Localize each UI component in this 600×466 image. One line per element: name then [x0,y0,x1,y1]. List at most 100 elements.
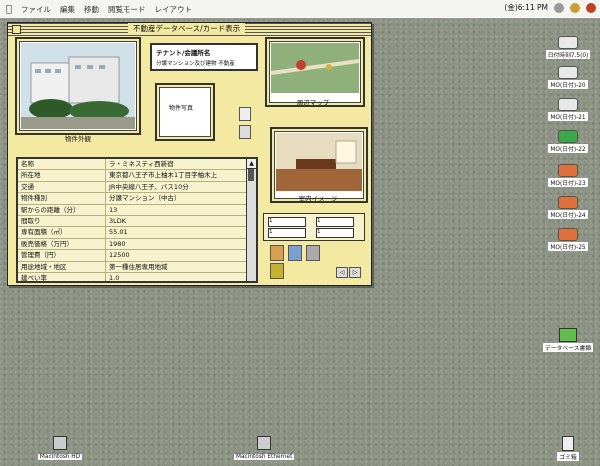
row-value[interactable]: 12500 [106,250,130,260]
desktop-icon-label: MO(日付)-21 [548,112,588,121]
help-icon[interactable] [570,2,580,13]
menu-layout[interactable]: レイアウト [155,4,193,15]
desktop-icon-label: MO(日付)-23 [548,178,588,187]
row-key: 販売価格（万円） [18,238,106,250]
desktop-icon-label: MO(日付)-22 [548,144,588,153]
row-key: 専有面積（㎡） [18,227,106,238]
tool-icon-2[interactable] [288,245,302,261]
field-c[interactable]: 1 [268,228,306,238]
table-row: 間取り 3LDK [18,215,256,228]
window-titlebar[interactable]: 不動産データベース/カード表示 [8,23,371,36]
desktop-ethernet[interactable]: Macintosh Ethernet [234,436,295,460]
tool-icon-3[interactable] [306,245,320,261]
table-row: 交通 JR中央線八王子、バス10分 [18,181,256,194]
row-value[interactable]: 3LDK [106,216,126,226]
trash-icon [562,436,574,451]
table-row: 名称 ラ・ミネスティ西新宿 [18,159,256,171]
database-window: 不動産データベース/カード表示 物件外観 テナント/会議所名 分譲マンション及び… [7,22,372,286]
interior-photo-caption: 室内イメージ [298,195,338,203]
desktop-disk-3[interactable]: MO(日付)-21 [538,98,598,121]
disk-icon [558,130,578,143]
row-value[interactable]: 1980 [106,239,126,249]
desktop-disk-5[interactable]: MO(日付)-23 [538,164,598,187]
apple-icon[interactable]:  [6,4,12,15]
desktop-icon-label: 日付時刻7.5(0) [545,50,591,59]
table-row: 販売価格（万円） 1980 [18,238,256,251]
row-key: 交通 [18,181,106,193]
row-value[interactable]: 1.0 [106,273,119,281]
desktop-disk-7[interactable]: MO(日付)-25 [538,228,598,251]
app-switch-icon[interactable] [554,2,564,13]
row-key: 駅からの距離（分） [18,204,106,215]
table-row: 駅からの距離（分） 13 [18,204,256,216]
table-row: 物件種別 分譲マンション（中古） [18,193,256,205]
field-a[interactable]: 1 [268,217,306,227]
table-row: 所在地 東京都八王子市上柚木1丁目字柚木上 [18,170,256,182]
desktop-icon-label: Macintosh HD [37,454,83,460]
lock-icon[interactable] [239,107,251,121]
desktop-icon-label: MO(日付)-24 [548,210,588,219]
thumbnail-frame[interactable]: 物件写真 [155,83,215,141]
row-key: 用途地域・地区 [18,261,106,272]
menu-go[interactable]: 移動 [84,4,99,15]
row-key: 所在地 [18,170,106,181]
menu-edit[interactable]: 編集 [60,4,75,15]
menu-browse-mode[interactable]: 閲覧モード [108,4,146,15]
interior-photo [276,133,362,191]
menu-file[interactable]: ファイル [21,4,51,15]
row-value[interactable]: JR中央線八王子、バス10分 [106,182,189,192]
property-name-sub: 分譲マンション及び建物 不動産 [156,61,235,67]
desktop-hd[interactable]: Macintosh HD [30,436,90,460]
table-scrollbar[interactable]: ▲ [246,159,256,281]
field-b[interactable]: 1 [316,217,354,227]
disk-icon [558,228,578,241]
scroll-up-icon[interactable]: ▲ [247,159,256,169]
desktop-trash[interactable]: ゴミ箱 [538,436,598,461]
field-d[interactable]: 1 [316,228,354,238]
desktop-icon-label: データベース書類 [542,343,594,352]
row-value[interactable]: 第一種住居専用地域 [106,262,168,272]
desktop-icon-label: ゴミ箱 [557,452,579,461]
clipboard-icon[interactable] [239,125,251,139]
desktop-disk-2[interactable]: MO(日付)-20 [538,66,598,89]
disk-icon [558,196,578,209]
row-value[interactable]: ラ・ミネスティ西新宿 [106,159,174,169]
close-box-icon[interactable] [12,25,21,34]
row-value[interactable]: 13 [106,205,117,215]
map-photo [271,43,359,93]
desktop-disk-4[interactable]: MO(日付)-22 [538,130,598,153]
tool-icon-4[interactable] [270,263,284,279]
desktop-folder[interactable]: データベース書類 [538,328,598,352]
desktop-icon-label: Macintosh Ethernet [234,454,295,460]
desktop-icon-label: MO(日付)-25 [548,242,588,251]
scroll-thumb[interactable] [248,169,254,181]
application-icon[interactable] [586,2,596,13]
desktop-disk-6[interactable]: MO(日付)-24 [538,196,598,219]
disk-icon [558,164,578,177]
desktop-disk-1[interactable]: 日付時刻7.5(0) [538,36,598,59]
menubar:  ファイル 編集 移動 閲覧モード レイアウト (金)6:11 PM [0,0,600,19]
row-value[interactable]: 東京都八王子市上柚木1丁目字柚木上 [106,170,217,180]
folder-icon [559,328,577,342]
tool-icon-1[interactable] [270,245,284,261]
disk-icon [558,36,578,49]
row-value[interactable]: 55.01 [106,227,128,237]
next-record-button[interactable]: ▷ [349,267,361,278]
thumbnail-label: 物件写真 [169,105,194,112]
row-key: 建ぺい率 [18,272,106,281]
row-value[interactable]: 分譲マンション（中古） [106,193,181,203]
table-row: 専有面積（㎡） 55.01 [18,227,256,239]
exterior-photo [21,43,135,129]
disk-icon [558,66,578,79]
prev-record-button[interactable]: ◁ [336,267,348,278]
row-key: 間取り [18,215,106,227]
row-key: 管理費（円） [18,250,106,261]
menubar-clock: (金)6:11 PM [504,3,548,12]
table-row: 建ぺい率 1.0 [18,272,256,281]
network-icon [257,436,271,450]
value-fields-panel: 1 1 1 1 [263,213,365,241]
exterior-photo-caption: 物件外観 [65,135,91,143]
row-key: 物件種別 [18,193,106,204]
row-key: 名称 [18,159,106,170]
property-name-box: テナント/会議所名 分譲マンション及び建物 不動産 [150,43,258,71]
